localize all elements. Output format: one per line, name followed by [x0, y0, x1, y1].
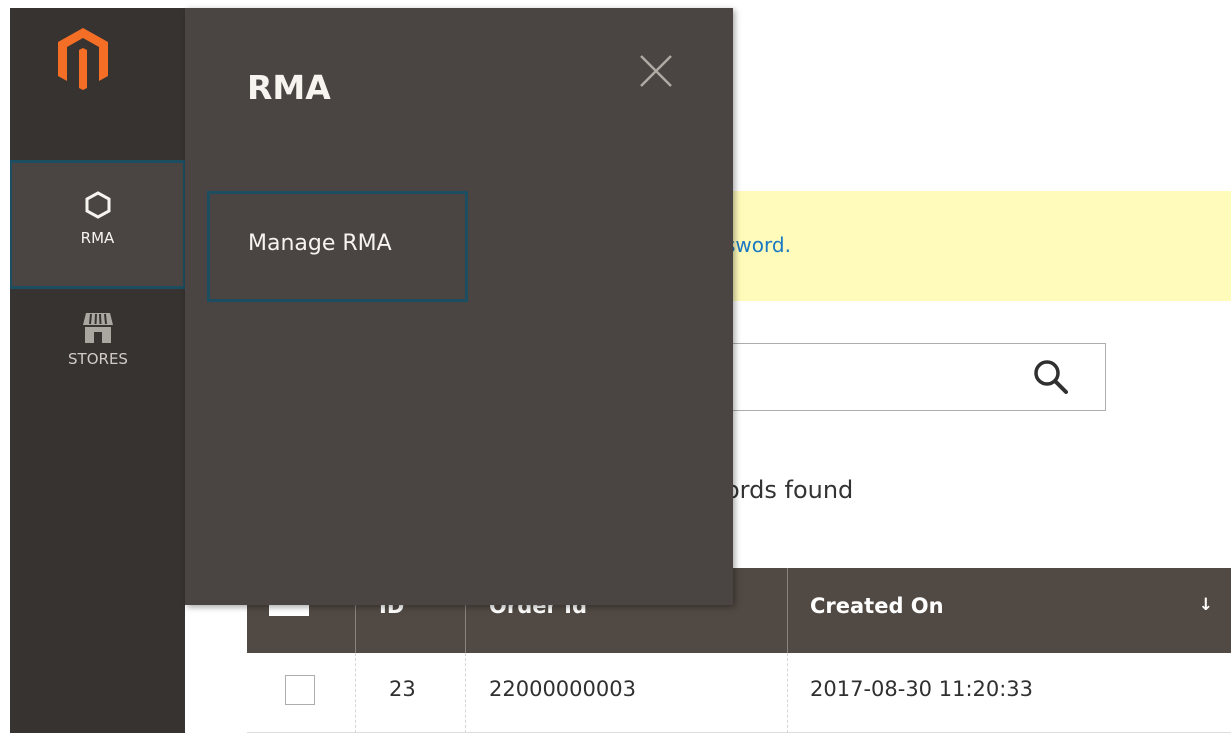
column-header-created-on[interactable]: Created On ↓ [788, 568, 1231, 653]
table-row[interactable]: 23 22000000003 2017-08-30 11:20:33 [247, 653, 1231, 733]
store-icon [83, 313, 113, 343]
search-input[interactable] [675, 343, 1106, 411]
row-checkbox-cell [247, 653, 356, 733]
admin-sidebar: RMA STORES [10, 8, 186, 733]
column-header-created-on-label: Created On [810, 594, 944, 618]
magento-logo[interactable] [58, 28, 108, 90]
sidebar-item-rma[interactable]: RMA [10, 160, 186, 289]
sort-arrow-icon: ↓ [1198, 595, 1213, 615]
cell-order-id: 22000000003 [466, 653, 788, 733]
menu-item-manage-rma[interactable]: Manage RMA [207, 191, 468, 302]
flyout-title: RMA [247, 68, 331, 107]
sidebar-item-label: STORES [68, 350, 128, 368]
sidebar-item-label: RMA [80, 229, 115, 247]
cell-created-on: 2017-08-30 11:20:33 [810, 677, 1034, 701]
hexagon-icon [85, 191, 110, 219]
row-checkbox[interactable] [285, 675, 315, 705]
sidebar-item-stores[interactable]: STORES [10, 311, 186, 391]
records-found-label: ords found [725, 476, 854, 504]
search-icon[interactable] [1031, 357, 1071, 397]
close-icon[interactable] [638, 53, 674, 89]
rma-submenu-flyout: RMA Manage RMA [185, 8, 733, 605]
notice-link[interactable]: sword. [725, 233, 791, 257]
cell-id: 23 [356, 653, 466, 733]
